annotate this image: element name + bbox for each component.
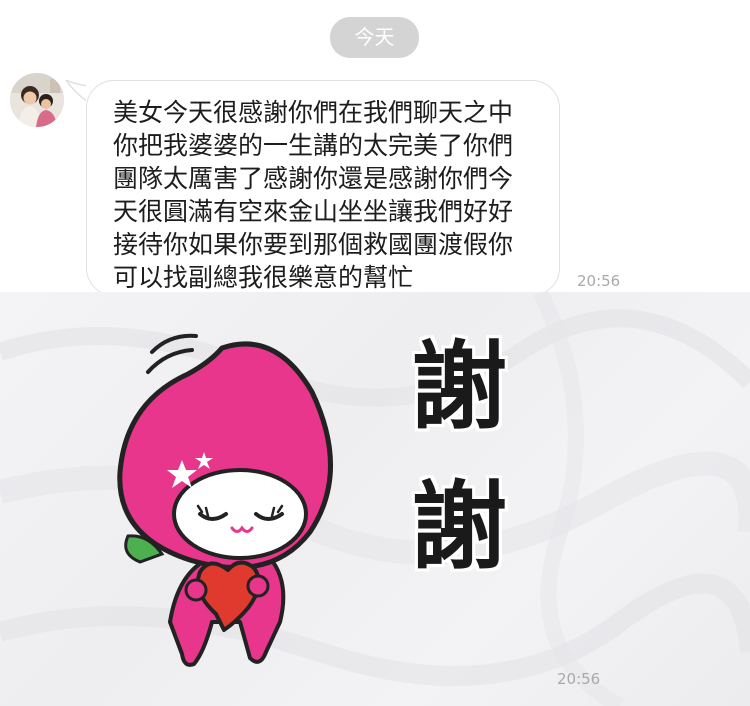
message-line: 美女今天很感謝你們在我們聊天之中 <box>113 98 514 127</box>
message-line: 接待你如果你要到那個救國團渡假你 <box>113 230 514 259</box>
sticker-text-char: 謝 <box>411 331 507 443</box>
message-line: 天很圓滿有空來金山坐坐讓我們好好 <box>113 197 514 226</box>
date-divider: 今天 <box>330 17 419 58</box>
message-text: 美女今天很感謝你們在我們聊天之中 你把我婆婆的一生講的太完美了你們 團隊太厲害了… <box>113 96 549 294</box>
message-bubble[interactable]: 美女今天很感謝你們在我們聊天之中 你把我婆婆的一生講的太完美了你們 團隊太厲害了… <box>86 80 560 296</box>
message-line: 你把我婆婆的一生講的太完美了你們 <box>113 131 514 160</box>
sticker-text-char: 謝 <box>411 471 507 583</box>
peach-mascot-sticker <box>117 333 333 667</box>
message-line: 可以找副總我很樂意的幫忙 <box>113 263 414 292</box>
sticker-message[interactable]: 謝 謝 <box>0 292 750 706</box>
message-time: 20:56 <box>577 272 621 290</box>
avatar[interactable] <box>10 73 64 127</box>
sticker-time: 20:56 <box>557 670 601 688</box>
avatar-photo-icon <box>10 73 64 127</box>
message-line: 團隊太厲害了感謝你還是感謝你們今 <box>113 164 514 193</box>
